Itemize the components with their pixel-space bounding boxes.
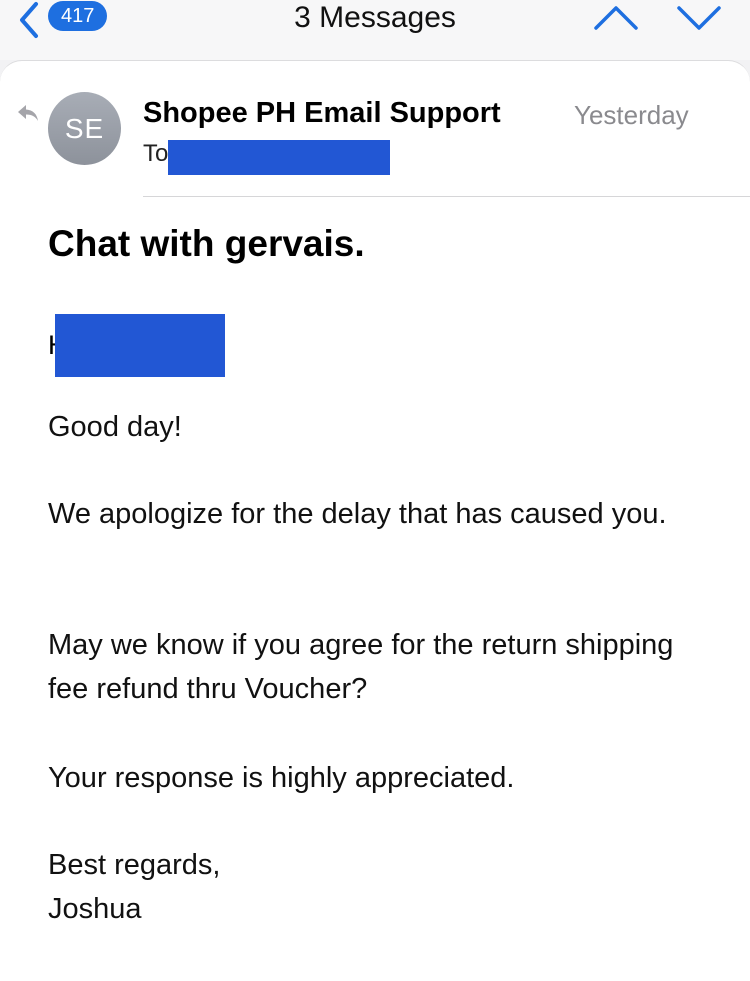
navigation-bar: 417 3 Messages <box>0 0 750 60</box>
signoff: Best regards, <box>48 849 221 881</box>
chevron-up-icon <box>594 6 638 30</box>
reply-icon <box>18 105 38 121</box>
avatar-initials: SE <box>64 112 105 144</box>
previous-message-button[interactable] <box>592 0 640 36</box>
message-date: Yesterday <box>574 100 689 130</box>
message-card: SE Shopee PH Email Support Yesterday To … <box>0 60 750 981</box>
signature-name: Joshua <box>48 893 142 925</box>
to-label: To <box>143 140 169 167</box>
header-divider <box>143 196 750 197</box>
recipient-row[interactable]: To <box>143 139 391 175</box>
message-subject: Chat with gervais. <box>48 223 365 264</box>
body-paragraph: Good day! <box>48 411 182 443</box>
chevron-down-icon <box>677 6 721 30</box>
next-message-button[interactable] <box>675 0 723 36</box>
greeting: H <box>48 313 225 377</box>
redacted-recipient <box>168 140 391 175</box>
sender-name[interactable]: Shopee PH Email Support <box>143 95 501 131</box>
body-paragraph: We apologize for the delay that has caus… <box>48 498 667 530</box>
body-paragraph: May we know if you agree for the return … <box>48 629 674 705</box>
redacted-name <box>55 313 225 377</box>
avatar[interactable]: SE <box>48 92 121 165</box>
body-paragraph: Your response is highly appreciated. <box>48 762 515 794</box>
greeting-partial: H <box>48 329 55 361</box>
